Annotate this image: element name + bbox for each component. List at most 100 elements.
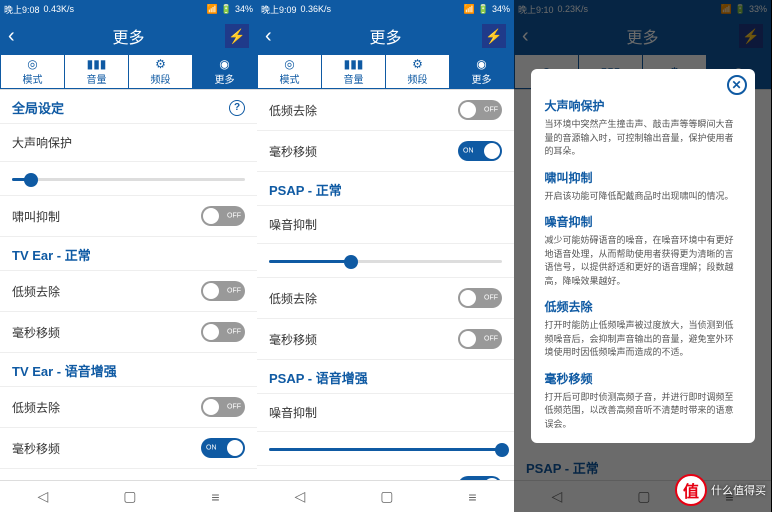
bars-icon: ▮▮▮ [344,58,364,70]
toggle[interactable]: OFF [201,397,245,417]
section-tvear-normal: TV Ear - 正常 [0,237,257,271]
gauge-icon: ◉ [219,58,229,70]
app-title: 更多 [112,24,144,48]
nav-recent-icon[interactable]: ≡ [211,489,219,505]
target-icon: ◎ [27,58,37,70]
back-icon[interactable]: ‹ [8,25,15,48]
help-icon[interactable]: ? [229,100,245,116]
toggle[interactable]: ON [458,476,502,480]
tab-volume[interactable]: ▮▮▮音量 [321,54,385,89]
nav-recent-icon[interactable]: ≡ [468,489,476,505]
bluetooth-icon[interactable]: ⚡ [482,24,506,48]
section-global: 全局设定? [0,90,257,124]
target-icon: ◎ [284,58,294,70]
content-area: 低频去除OFF 毫秒移频ON PSAP - 正常 噪音抑制 低频去除OFF 毫秒… [257,90,514,480]
tab-freq[interactable]: ⚙频段 [128,54,192,89]
toggle[interactable]: OFF [458,329,502,349]
row-msshift: 毫秒移频OFF [0,312,257,353]
close-icon[interactable]: ✕ [727,75,747,95]
modal-text: 减少可能妨碍语音的噪音，在噪音环境中有更好地语音处理，从而帮助使用者获得更为清晰… [545,234,741,288]
row-lowfreq: 低频去除OFF [0,387,257,428]
nav-bar: ◁ ▢ ≡ [0,480,257,512]
status-bar: 晚上9:090.36K/s 📶🔋34% [257,0,514,18]
tab-mode[interactable]: ◎模式 [257,54,321,89]
nav-bar: ◁ ▢ ≡ [257,480,514,512]
app-title: 更多 [369,24,401,48]
content-area: 全局设定? 大声响保护 啸叫抑制OFF TV Ear - 正常 低频去除OFF … [0,90,257,480]
modal-text: 打开后可即时侦测高频子音，并进行即时调频至低频范围，以改善高频音听不清楚时带来的… [545,391,741,432]
row-lowfreq: 低频去除OFF [257,278,514,319]
signal-icon: 📶 [464,4,475,15]
nav-home-icon[interactable]: ▢ [380,488,393,505]
watermark: 值 什么值得买 [675,474,766,506]
tab-mode[interactable]: ◎模式 [0,54,64,89]
sliders-icon: ⚙ [412,58,423,70]
toggle-howl[interactable]: OFF [201,206,245,226]
modal-text: 打开时能防止低频噪声被过度放大，当侦测到低频噪音后，会抑制声音输出的音量，避免室… [545,319,741,360]
battery-icon: 🔋 [221,4,232,15]
section-tvear-voice: TV Ear - 语音增强 [0,353,257,387]
slider-loud-protect [0,162,257,196]
sliders-icon: ⚙ [155,58,166,70]
modal-heading: 噪音抑制 [545,213,741,230]
slider[interactable] [269,448,502,451]
nav-back-icon[interactable]: ◁ [294,488,305,505]
row-lowfreq: 低频去除ON [257,466,514,480]
row-noise: 噪音抑制 [257,394,514,432]
toggle[interactable]: OFF [201,281,245,301]
nav-back-icon[interactable]: ◁ [37,488,48,505]
tab-bar: ◎模式 ▮▮▮音量 ⚙频段 ◉更多 [257,54,514,90]
modal-heading: 毫秒移频 [545,370,741,387]
status-time: 晚上9:08 [4,3,40,16]
row-lowfreq: 低频去除OFF [0,271,257,312]
modal-overlay[interactable]: ✕ 大声响保护 当环境中突然产生撞击声、敲击声等等瞬间大音量的音源输入时，可控制… [514,0,771,512]
toggle[interactable]: OFF [458,288,502,308]
gauge-icon: ◉ [476,58,486,70]
nav-home-icon[interactable]: ▢ [123,488,136,505]
app-bar: ‹ 更多 ⚡ [0,18,257,54]
toggle[interactable]: ON [201,438,245,458]
slider[interactable] [12,178,245,181]
section-psap-normal: PSAP - 正常 [257,172,514,206]
section-psap-normal: PSAP - 正常 [0,469,257,480]
tab-freq[interactable]: ⚙频段 [385,54,449,89]
status-battery: 34% [235,4,253,14]
slider-noise [257,432,514,466]
bluetooth-icon[interactable]: ⚡ [225,24,249,48]
back-icon[interactable]: ‹ [265,25,272,48]
toggle[interactable]: OFF [201,322,245,342]
status-speed: 0.43K/s [44,4,75,14]
tab-more[interactable]: ◉更多 [192,54,257,89]
signal-icon: 📶 [207,4,218,15]
screen-2: 晚上9:090.36K/s 📶🔋34% ‹ 更多 ⚡ ◎模式 ▮▮▮音量 ⚙频段… [257,0,514,512]
row-noise: 噪音抑制 [257,206,514,244]
help-modal: ✕ 大声响保护 当环境中突然产生撞击声、敲击声等等瞬间大音量的音源输入时，可控制… [531,69,755,443]
modal-text: 当环境中突然产生撞击声、敲击声等等瞬间大音量的音源输入时，可控制输出音量，保护使… [545,118,741,159]
modal-heading: 低频去除 [545,298,741,315]
status-bar: 晚上9:08 0.43K/s 📶🔋34% [0,0,257,18]
row-msshift: 毫秒移频ON [257,131,514,172]
modal-heading: 啸叫抑制 [545,169,741,186]
row-msshift: 毫秒移频OFF [257,319,514,360]
row-howl-suppress: 啸叫抑制OFF [0,196,257,237]
toggle[interactable]: OFF [458,100,502,120]
app-bar: ‹ 更多 ⚡ [257,18,514,54]
bars-icon: ▮▮▮ [87,58,107,70]
tab-volume[interactable]: ▮▮▮音量 [64,54,128,89]
row-loud-protect: 大声响保护 [0,124,257,162]
row-lowfreq: 低频去除OFF [257,90,514,131]
battery-icon: 🔋 [478,4,489,15]
status-speed: 0.36K/s [301,4,332,14]
slider[interactable] [269,260,502,263]
screen-1: 晚上9:08 0.43K/s 📶🔋34% ‹ 更多 ⚡ ◎模式 ▮▮▮音量 ⚙频段… [0,0,257,512]
row-msshift: 毫秒移频ON [0,428,257,469]
section-psap-voice: PSAP - 语音增强 [257,360,514,394]
tab-more[interactable]: ◉更多 [449,54,514,89]
status-time: 晚上9:09 [261,3,297,16]
watermark-badge-icon: 值 [675,474,707,506]
modal-text: 开启该功能可降低配戴商品时出现啸叫的情况。 [545,190,741,204]
screen-3: 晚上9:100.23K/s 📶🔋33% ‹ 更多 ⚡ ◎ ▮▮▮ ⚙ ◉ PSA… [514,0,771,512]
watermark-text: 什么值得买 [711,482,766,498]
tab-bar: ◎模式 ▮▮▮音量 ⚙频段 ◉更多 [0,54,257,90]
toggle[interactable]: ON [458,141,502,161]
